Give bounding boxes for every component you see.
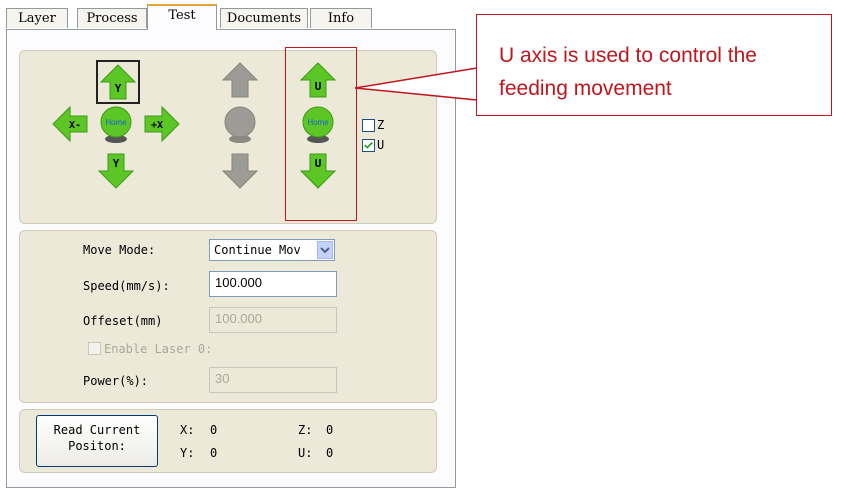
- callout-pointer: [354, 67, 479, 101]
- svg-text:Home: Home: [105, 118, 127, 127]
- arrow-down-icon: [221, 153, 259, 189]
- arrow-right-icon: +X: [144, 105, 180, 143]
- tab-layer[interactable]: Layer: [6, 8, 68, 28]
- offset-input: 100.000: [209, 307, 337, 333]
- tab-info[interactable]: Info: [310, 8, 372, 28]
- u-axis-label: U: [377, 138, 385, 152]
- enable-laser-label: Enable Laser 0:: [104, 342, 213, 356]
- y-position-value: 0: [210, 446, 218, 460]
- read-current-position-button[interactable]: Read Current Positon:: [36, 415, 158, 467]
- chevron-down-icon: [317, 241, 333, 259]
- z-down-button[interactable]: [220, 151, 260, 191]
- x-plus-button[interactable]: +X: [142, 104, 182, 144]
- speed-input[interactable]: 100.000: [209, 271, 337, 297]
- y-position-label: Y:: [180, 446, 195, 460]
- home-icon: [224, 106, 256, 143]
- tab-documents[interactable]: Documents: [220, 8, 308, 28]
- u-controls-highlight: [285, 47, 357, 221]
- speed-label: Speed(mm/s):: [83, 279, 170, 293]
- svg-text:Y: Y: [113, 157, 120, 170]
- arrow-up-icon: [221, 62, 259, 98]
- move-mode-select[interactable]: Continue Mov: [209, 239, 335, 261]
- annotation-callout: U axis is used to control the feeding mo…: [476, 14, 832, 116]
- u-position-value: 0: [326, 446, 334, 460]
- y-plus-button[interactable]: Y: [96, 60, 140, 104]
- x-position-label: X:: [180, 423, 195, 437]
- position-group: Read Current Positon: X: 0 Z: 0 Y: 0 U: …: [19, 409, 437, 473]
- enable-laser-checkbox: [88, 342, 101, 355]
- home-button[interactable]: Home: [96, 104, 136, 144]
- z-position-value: 0: [326, 423, 334, 437]
- tab-test[interactable]: Test: [147, 4, 217, 30]
- z-axis-label: Z: [377, 118, 385, 132]
- read-button-line1: Read Current: [53, 423, 141, 437]
- y-minus-button[interactable]: Y: [96, 151, 136, 191]
- z-position-label: Z:: [298, 423, 313, 437]
- tab-process[interactable]: Process: [77, 8, 147, 28]
- z-axis-checkbox[interactable]: [362, 119, 375, 132]
- move-mode-label: Move Mode:: [83, 243, 156, 257]
- checkmark-icon: [364, 141, 373, 149]
- z-home-button[interactable]: [220, 104, 260, 144]
- u-position-label: U:: [298, 446, 313, 460]
- power-label: Power(%):: [83, 374, 149, 388]
- svg-text:+X: +X: [151, 120, 163, 131]
- arrow-left-icon: X-: [52, 105, 88, 143]
- x-position-value: 0: [210, 423, 218, 437]
- svg-text:Y: Y: [115, 82, 122, 95]
- arrow-up-icon: Y: [99, 64, 137, 100]
- offset-label: Offeset(mm): [83, 314, 163, 328]
- x-minus-button[interactable]: X-: [50, 104, 90, 144]
- svg-text:X-: X-: [69, 120, 81, 131]
- arrow-down-icon: Y: [97, 153, 135, 189]
- power-input: 30: [209, 367, 337, 393]
- z-up-button[interactable]: [220, 60, 260, 100]
- read-button-line2: Positon:: [68, 439, 126, 453]
- move-settings-group: Move Mode: Continue Mov Speed(mm/s): 100…: [19, 230, 437, 403]
- move-mode-value: Continue Mov: [214, 243, 300, 257]
- home-icon: Home: [100, 106, 132, 143]
- u-axis-checkbox[interactable]: [362, 139, 375, 152]
